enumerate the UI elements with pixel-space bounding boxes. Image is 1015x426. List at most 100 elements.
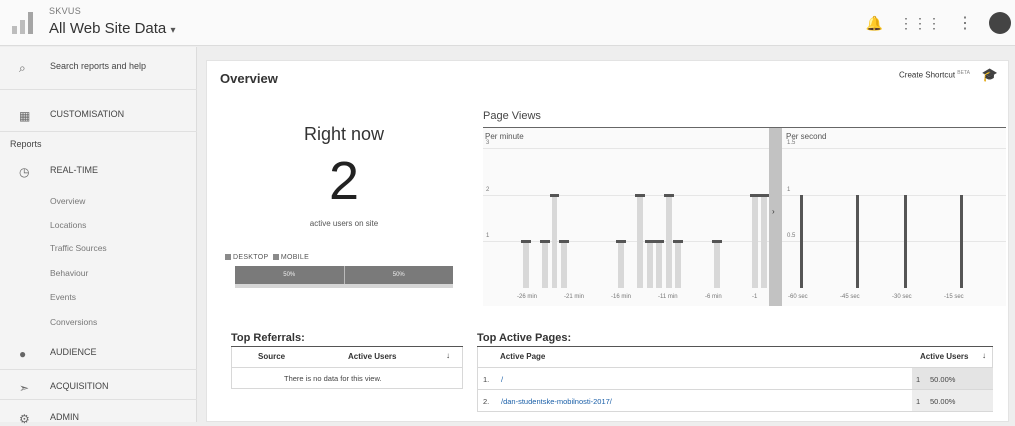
chart-bar <box>542 241 548 288</box>
users-count: 1 <box>916 375 921 384</box>
row-number: 2. <box>483 397 490 406</box>
right-now-title: Right now <box>303 124 385 144</box>
referrals-header: Source Active Users ↓ <box>231 347 463 368</box>
desktop-swatch <box>225 254 231 260</box>
bar-cap <box>644 240 655 244</box>
y-tick-label: 0.5 <box>787 233 796 240</box>
gear-icon: ⚙ <box>19 412 30 426</box>
sidebar-item-events[interactable]: Events <box>50 292 76 302</box>
chart-bar <box>761 194 768 288</box>
active-users-label: active users on site <box>309 219 379 228</box>
beta-badge: BETA <box>957 70 970 76</box>
col-active-page[interactable]: Active Page <box>500 352 545 361</box>
search-icon: ⌕ <box>19 61 26 75</box>
per-second-chart: Per second 1.5 1 0.5 -60 sec -45 sec -30 sec -… <box>782 128 1006 306</box>
view-selector[interactable]: All Web Site Data ▾ <box>49 20 175 37</box>
sidebar-item-traffic-sources[interactable]: Traffic Sources <box>50 243 107 253</box>
arrow-down-icon[interactable]: ↓ <box>982 351 986 360</box>
page-link[interactable]: / <box>501 375 503 384</box>
per-minute-chart: Per minute 3 2 1 -26 min -21 min -16 min -11 m… <box>483 128 770 306</box>
sidebar-item-conversions[interactable]: Conversions <box>50 317 97 327</box>
bar-cap <box>559 240 569 244</box>
view-selector-label: All Web Site Data <box>49 20 167 37</box>
account-name: SKVUS <box>49 6 82 16</box>
sidebar-item-label: ADMIN <box>50 412 79 422</box>
y-tick-label: 1 <box>486 233 490 240</box>
x-tick-label: -1 <box>752 294 758 300</box>
clock-icon: ◷ <box>19 165 30 179</box>
top-pages-title: Top Active Pages: <box>477 332 572 344</box>
top-referrals-title: Top Referrals: <box>231 332 305 344</box>
x-tick-label: -11 min <box>658 294 678 300</box>
empty-message: There is no data for this view. <box>284 374 382 383</box>
col-source[interactable]: Source <box>258 352 285 361</box>
analytics-logo-icon <box>12 12 34 34</box>
bar-cap <box>759 193 770 197</box>
chart-spike <box>800 194 804 288</box>
bar-cap <box>520 240 531 244</box>
graduation-cap-icon[interactable]: 🎓 <box>982 67 998 83</box>
x-tick-label: -60 sec <box>788 294 808 300</box>
y-tick-label: 1.5 <box>787 140 796 146</box>
col-active-users[interactable]: Active Users <box>920 352 968 361</box>
chart-bar <box>713 241 720 288</box>
bar-cap <box>654 240 665 244</box>
sidebar-item-overview[interactable]: Overview <box>50 196 85 206</box>
bar-cap <box>540 240 550 244</box>
chart-spike <box>959 194 963 288</box>
sidebar-item-label: CUSTOMISATION <box>50 109 125 119</box>
reports-label: Reports <box>10 139 42 149</box>
sidebar-item-label: AUDIENCE <box>50 347 97 357</box>
chart-spike <box>904 194 908 288</box>
legend-mobile: MOBILE <box>280 254 310 261</box>
sidebar-item-behaviour[interactable]: Behaviour <box>50 268 88 278</box>
bar-cap <box>635 193 646 197</box>
y-tick-label: 2 <box>486 186 490 193</box>
avatar[interactable] <box>989 12 1011 34</box>
chevron-right-icon[interactable]: › <box>772 207 775 216</box>
active-users-count: 2 <box>328 151 360 211</box>
chart-bar <box>646 241 653 288</box>
x-tick-label: -16 min <box>611 294 632 300</box>
mobile-swatch <box>272 254 279 260</box>
chart-bar <box>751 194 758 288</box>
gridline <box>782 194 1006 196</box>
notification-bell-icon[interactable]: 🔔 <box>866 15 883 32</box>
device-split-bar: 50% 50% <box>235 266 453 284</box>
chart-bar <box>522 241 529 288</box>
search-placeholder: Search reports and help <box>50 61 147 71</box>
page-link[interactable]: /dan-studentske-mobilnosti-2017/ <box>501 397 612 406</box>
apps-grid-icon[interactable]: ⋮⋮⋮ <box>899 15 941 32</box>
overview-panel: Overview Create Shortcut BETA 🎓 Right no… <box>206 60 1009 422</box>
chart-divider[interactable] <box>769 128 782 306</box>
referrals-empty-row: There is no data for this view. <box>231 367 463 389</box>
arrow-down-icon[interactable]: ↓ <box>446 351 450 360</box>
dashboard-icon: ▦ <box>19 109 31 123</box>
table-row[interactable]: 1. / 1 50.00% <box>477 367 993 390</box>
page-views-title: Page Views <box>483 110 541 122</box>
pages-header: Active Page Active Users ↓ <box>477 347 993 368</box>
x-tick-label: -15 sec <box>944 294 964 300</box>
sidebar-item-label: ACQUISITION <box>50 381 109 391</box>
x-tick-label: -6 min <box>705 294 722 300</box>
device-legend: DESKTOP MOBILE <box>225 254 309 261</box>
more-vert-icon[interactable]: ⋮ <box>957 13 973 33</box>
y-tick-label: 3 <box>486 140 490 146</box>
bar-cap <box>549 193 560 197</box>
x-tick-label: -21 min <box>564 294 585 300</box>
col-active-users[interactable]: Active Users <box>348 352 396 361</box>
bar-cap <box>711 240 722 244</box>
chart-bar <box>561 241 567 288</box>
desktop-segment: 50% <box>235 266 345 284</box>
table-row[interactable]: 2. /dan-studentske-mobilnosti-2017/ 1 50… <box>477 389 993 412</box>
gridline <box>782 241 1006 243</box>
gridline <box>782 148 1006 149</box>
sidebar: ⌕ Search reports and help ▦ CUSTOMISATIO… <box>0 47 197 426</box>
chart-bar <box>637 194 644 288</box>
sidebar-item-locations[interactable]: Locations <box>50 220 86 230</box>
bar-cap <box>663 193 674 197</box>
caret-down-icon: ▾ <box>170 25 176 36</box>
create-shortcut-button[interactable]: Create Shortcut BETA <box>899 70 970 80</box>
chart-spike <box>855 194 859 288</box>
page-title: Overview <box>220 71 278 86</box>
